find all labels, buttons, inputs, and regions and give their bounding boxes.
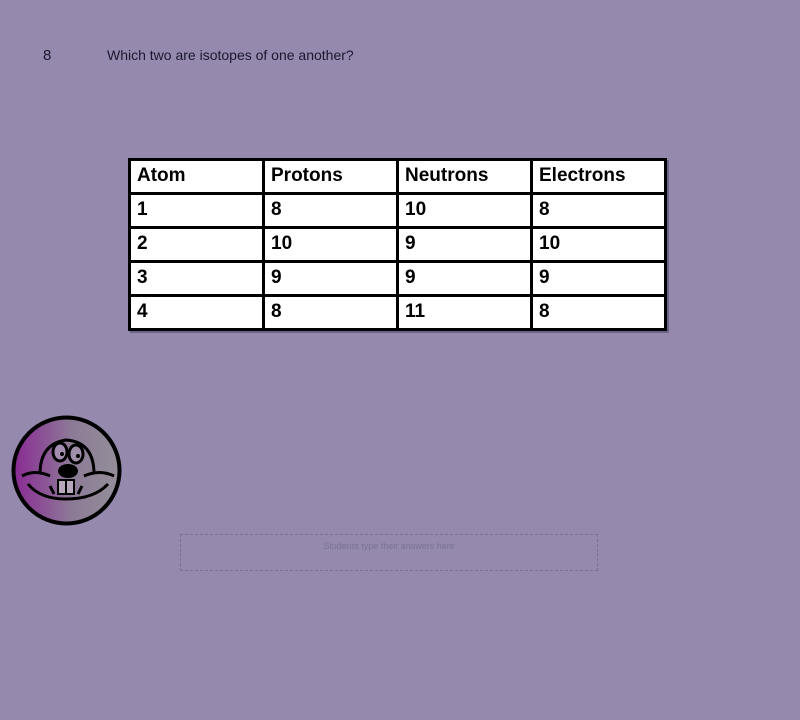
atoms-table: Atom Protons Neutrons Electrons 1 8 10 8… bbox=[128, 158, 667, 331]
header-cell: Neutrons bbox=[396, 158, 533, 195]
table-cell: 9 bbox=[396, 260, 533, 297]
table-row: 1 8 10 8 bbox=[128, 192, 667, 229]
table-cell: 8 bbox=[530, 192, 667, 229]
question-text: Which two are isotopes of one another? bbox=[107, 47, 354, 63]
table-cell: 10 bbox=[262, 226, 399, 263]
table-cell: 8 bbox=[262, 294, 399, 331]
table-cell: 9 bbox=[262, 260, 399, 297]
table-row: 4 8 11 8 bbox=[128, 294, 667, 331]
table-cell: 11 bbox=[396, 294, 533, 331]
table-cell: 8 bbox=[530, 294, 667, 331]
header-cell: Electrons bbox=[530, 158, 667, 195]
beaver-mascot-icon bbox=[10, 414, 123, 527]
table-cell: 10 bbox=[530, 226, 667, 263]
table-cell: 2 bbox=[128, 226, 265, 263]
table-header-row: Atom Protons Neutrons Electrons bbox=[128, 158, 667, 195]
table-row: 3 9 9 9 bbox=[128, 260, 667, 297]
table-cell: 9 bbox=[396, 226, 533, 263]
table-cell: 3 bbox=[128, 260, 265, 297]
table-cell: 1 bbox=[128, 192, 265, 229]
table-cell: 10 bbox=[396, 192, 533, 229]
answer-input[interactable]: Students type their answers here bbox=[180, 534, 598, 571]
table-cell: 4 bbox=[128, 294, 265, 331]
header-cell: Atom bbox=[128, 158, 265, 195]
table-cell: 9 bbox=[530, 260, 667, 297]
table-row: 2 10 9 10 bbox=[128, 226, 667, 263]
question-number: 8 bbox=[43, 47, 52, 64]
table-cell: 8 bbox=[262, 192, 399, 229]
header-cell: Protons bbox=[262, 158, 399, 195]
